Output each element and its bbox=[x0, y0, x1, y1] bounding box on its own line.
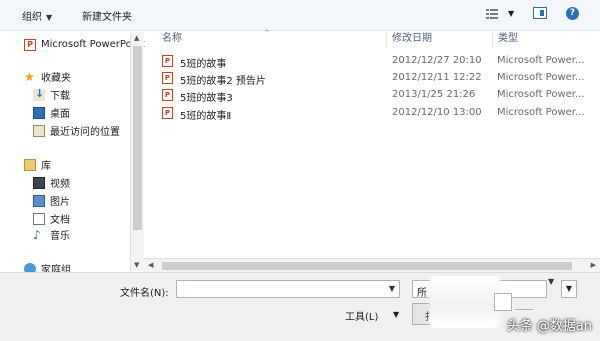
file-name: 5班的故事3 bbox=[180, 93, 233, 104]
file-row[interactable]: P 5班的故事3 2013/1/25 21:26 Microsoft Power… bbox=[162, 87, 600, 104]
scroll-up-arrow-icon[interactable]: ▲ bbox=[134, 34, 139, 42]
organize-label: 组织 bbox=[22, 12, 42, 23]
nav-item-label: 桌面 bbox=[50, 109, 70, 120]
nav-item-label: 收藏夹 bbox=[41, 73, 71, 84]
powerpoint-file-icon: P bbox=[162, 107, 173, 119]
preview-pane-icon[interactable] bbox=[533, 7, 547, 19]
file-type-caret-icon[interactable]: ▼ bbox=[548, 277, 554, 286]
view-options-icon[interactable] bbox=[486, 9, 498, 19]
libraries-icon bbox=[24, 158, 36, 171]
nav-item-powerpoint[interactable]: P Microsoft PowerPoint bbox=[24, 37, 145, 52]
nav-item-libraries[interactable]: 库 bbox=[24, 157, 51, 172]
nav-item-label: 音乐 bbox=[50, 231, 70, 242]
view-options-caret-icon[interactable]: ▼ bbox=[508, 9, 514, 18]
file-row[interactable]: P 5班的故事 2012/12/27 20:10 Microsoft Power… bbox=[162, 53, 600, 70]
nav-item-videos[interactable]: 视频 bbox=[33, 175, 70, 190]
file-date: 2013/1/25 21:26 bbox=[392, 89, 476, 100]
tools-button[interactable]: 工具(L) bbox=[345, 308, 378, 323]
blurred-region bbox=[430, 276, 500, 328]
obscured-control bbox=[494, 293, 512, 311]
videos-icon bbox=[33, 176, 45, 189]
tools-caret-icon[interactable]: ▼ bbox=[393, 310, 399, 319]
filename-label: 文件名(N): bbox=[120, 288, 169, 299]
filename-dropdown-icon[interactable]: ▼ bbox=[389, 284, 395, 293]
pictures-icon bbox=[33, 194, 45, 207]
file-type: Microsoft Power... bbox=[497, 107, 585, 118]
column-header-type[interactable]: 类型 bbox=[498, 30, 600, 48]
powerpoint-file-icon: P bbox=[162, 55, 173, 67]
file-type: Microsoft Power... bbox=[497, 55, 585, 66]
file-row[interactable]: P 5班的故事2 预告片 2012/12/11 12:22 Microsoft … bbox=[162, 70, 600, 87]
dialog-footer: 文件名(N): ▼ 所 ▼ ▼ 工具(L) ▼ 打 头条 @数据an bbox=[0, 272, 600, 341]
documents-icon bbox=[33, 212, 45, 225]
powerpoint-icon: P bbox=[24, 38, 36, 51]
nav-item-pictures[interactable]: 图片 bbox=[33, 193, 70, 208]
desktop-icon bbox=[33, 106, 45, 119]
obscured-control bbox=[515, 293, 533, 310]
nav-item-favorites[interactable]: ★ 收藏夹 bbox=[24, 69, 71, 85]
command-toolbar: 组织 ▼ 新建文件夹 ▼ ? bbox=[0, 0, 600, 31]
nav-item-label: 下载 bbox=[50, 91, 70, 102]
nav-item-documents[interactable]: 文档 bbox=[33, 211, 70, 226]
file-row[interactable]: P 5班的故事Ⅱ 2012/12/10 13:00 Microsoft Powe… bbox=[162, 105, 600, 122]
organize-caret-icon: ▼ bbox=[46, 13, 53, 22]
scrollbar-thumb[interactable] bbox=[133, 46, 142, 230]
file-name: 5班的故事 bbox=[180, 59, 227, 70]
nav-item-label: 图片 bbox=[50, 197, 70, 208]
powerpoint-file-icon: P bbox=[162, 89, 173, 101]
file-type-dropdown-icon[interactable]: ▼ bbox=[561, 280, 577, 298]
star-icon: ★ bbox=[24, 69, 35, 84]
column-header-date[interactable]: 修改日期 bbox=[392, 30, 493, 48]
organize-button[interactable]: 组织 ▼ bbox=[22, 8, 52, 23]
nav-item-downloads[interactable]: 下载 bbox=[33, 87, 70, 102]
nav-item-label: 文档 bbox=[50, 215, 70, 226]
filename-input[interactable]: ▼ bbox=[176, 280, 400, 298]
file-date: 2012/12/27 20:10 bbox=[392, 55, 482, 66]
file-name: 5班的故事Ⅱ bbox=[180, 111, 232, 122]
music-icon: ♪ bbox=[33, 227, 41, 242]
download-folder-icon bbox=[33, 87, 45, 101]
scroll-down-arrow-icon[interactable]: ▼ bbox=[134, 261, 139, 269]
nav-item-desktop[interactable]: 桌面 bbox=[33, 105, 70, 120]
navigation-pane: P Microsoft PowerPoint ★ 收藏夹 下载 桌面 最近访问的… bbox=[0, 31, 145, 276]
file-date: 2012/12/11 12:22 bbox=[392, 72, 482, 83]
file-date: 2012/12/10 13:00 bbox=[392, 107, 482, 118]
new-folder-button[interactable]: 新建文件夹 bbox=[82, 8, 132, 23]
column-header-name[interactable]: 名称 bbox=[162, 30, 387, 48]
scrollbar-thumb[interactable] bbox=[162, 262, 572, 270]
scroll-left-arrow-icon[interactable]: ◀ bbox=[148, 261, 153, 269]
horizontal-scrollbar[interactable]: ◀ ▶ bbox=[144, 258, 600, 273]
nav-item-label: 视频 bbox=[50, 179, 70, 190]
file-type: Microsoft Power... bbox=[497, 72, 585, 83]
watermark-text: 头条 @数据an bbox=[506, 319, 592, 334]
nav-item-label: 库 bbox=[41, 161, 51, 172]
powerpoint-file-icon: P bbox=[162, 72, 173, 84]
file-type: Microsoft Power... bbox=[497, 89, 585, 100]
nav-item-music[interactable]: ♪ 音乐 bbox=[33, 227, 70, 243]
nav-item-label: 最近访问的位置 bbox=[50, 127, 120, 138]
help-icon[interactable]: ? bbox=[566, 7, 579, 20]
file-list: ^ 名称 修改日期 类型 P 5班的故事 2012/12/27 20:10 Mi… bbox=[148, 29, 600, 272]
nav-item-recent-places[interactable]: 最近访问的位置 bbox=[33, 123, 120, 138]
file-type-value: 所 bbox=[417, 288, 427, 299]
file-name: 5班的故事2 预告片 bbox=[180, 76, 266, 87]
recent-places-icon bbox=[33, 124, 45, 137]
scroll-right-arrow-icon[interactable]: ▶ bbox=[591, 261, 596, 269]
navigation-scrollbar[interactable]: ▲ ▼ bbox=[130, 32, 144, 271]
